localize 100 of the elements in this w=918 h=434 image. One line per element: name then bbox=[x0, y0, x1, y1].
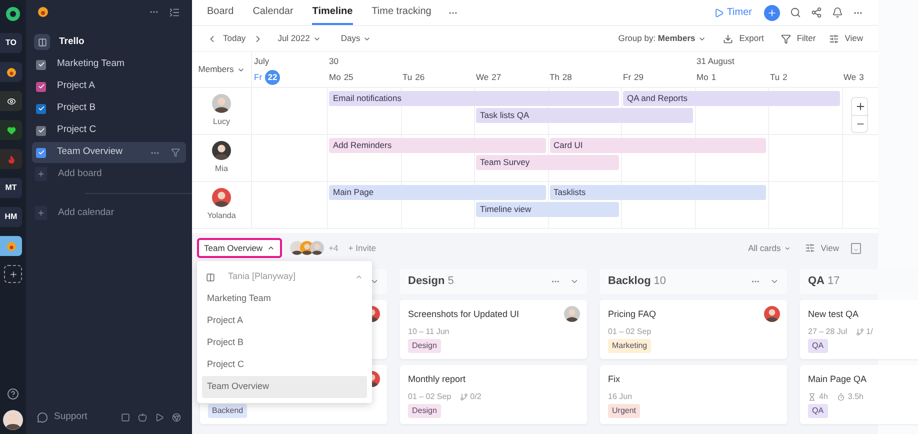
chrome-icon[interactable] bbox=[172, 412, 181, 422]
plus-icon bbox=[37, 170, 45, 178]
tag: Design bbox=[408, 404, 441, 418]
logo-button[interactable] bbox=[3, 4, 23, 24]
workspace-button[interactable]: HM bbox=[0, 207, 22, 227]
collapse-icon[interactable] bbox=[851, 242, 861, 254]
card-title: Main Page QA bbox=[808, 373, 867, 386]
emoji-icon bbox=[6, 242, 16, 250]
timeline-bar[interactable]: Team Survey bbox=[476, 155, 619, 170]
weekday-label: Fr bbox=[254, 71, 262, 84]
menu-group-label: Tania [Planyway] bbox=[228, 270, 296, 284]
workspace-button[interactable]: MT bbox=[0, 178, 22, 198]
day-label: Tu 2 bbox=[770, 71, 788, 84]
subtasks-count: 1/ bbox=[856, 326, 873, 338]
notifications-icon[interactable] bbox=[832, 7, 843, 18]
checkbox[interactable] bbox=[36, 82, 46, 92]
member-avatar bbox=[212, 94, 231, 113]
workspace-button[interactable] bbox=[0, 62, 22, 82]
export-button[interactable]: Export bbox=[723, 32, 764, 45]
member-avatar bbox=[310, 241, 324, 255]
timeline-bar[interactable]: Card UI bbox=[550, 138, 766, 153]
task-card[interactable]: Pricing FAQ 01 – 02 Sep Marketing bbox=[600, 300, 787, 359]
filter-button[interactable]: Filter bbox=[780, 32, 816, 45]
scale-dropdown[interactable]: Days bbox=[340, 32, 372, 45]
task-card[interactable]: Fix 16 Jun Urgent bbox=[600, 365, 787, 424]
tab[interactable]: Calendar bbox=[252, 0, 294, 25]
chevron-down-icon bbox=[784, 244, 791, 252]
today-date: 22 bbox=[265, 70, 280, 86]
support-icon[interactable] bbox=[37, 412, 48, 422]
filter-icon[interactable] bbox=[171, 148, 180, 157]
checkbox[interactable] bbox=[36, 60, 46, 70]
day-label: Mo 1 bbox=[696, 71, 718, 84]
collapse-icon[interactable] bbox=[770, 277, 779, 286]
workspace-button[interactable] bbox=[0, 120, 22, 140]
add-workspace-button[interactable] bbox=[4, 265, 22, 283]
view-button[interactable]: View bbox=[828, 32, 863, 45]
timeline-bar[interactable]: Timeline view bbox=[476, 202, 619, 217]
timeline-bar[interactable]: QA and Reports bbox=[623, 91, 840, 106]
today-button[interactable]: Today bbox=[223, 32, 246, 45]
menu-item[interactable]: Marketing Team bbox=[202, 288, 367, 310]
month-dropdown[interactable]: Jul 2022 bbox=[278, 32, 321, 45]
timeline-bar[interactable]: Task lists QA bbox=[476, 108, 692, 123]
members-dropdown[interactable]: Members bbox=[198, 63, 245, 76]
workspace-button[interactable] bbox=[0, 91, 22, 111]
tab[interactable]: Timeline bbox=[312, 0, 353, 25]
day-label: Tu 26 bbox=[402, 71, 426, 84]
day-label: We 27 bbox=[476, 71, 502, 84]
share-icon[interactable] bbox=[811, 7, 822, 18]
timeline-bar[interactable]: Main Page bbox=[329, 185, 546, 200]
search-icon[interactable] bbox=[790, 7, 801, 18]
timeline-bar[interactable]: Tasklists bbox=[550, 185, 766, 200]
card-dates: 27 – 28 Jul bbox=[808, 326, 848, 338]
cards-filter-dropdown[interactable]: All cards bbox=[748, 242, 791, 254]
play-icon[interactable] bbox=[155, 412, 164, 422]
group-by-dropdown[interactable]: Group by: Members bbox=[618, 32, 706, 45]
board-item[interactable]: Project A bbox=[32, 76, 186, 97]
board-item[interactable]: Team Overview bbox=[32, 142, 186, 163]
day-label: Th 28 bbox=[550, 71, 573, 84]
menu-item[interactable]: Project B bbox=[202, 332, 367, 354]
day-label: We 3 bbox=[844, 71, 865, 84]
board-icon bbox=[206, 272, 215, 282]
menu-item[interactable]: Project A bbox=[202, 310, 367, 332]
add-calendar-button[interactable]: Add calendar bbox=[32, 203, 186, 223]
timer-icon bbox=[836, 392, 845, 400]
menu-item[interactable]: Project C bbox=[202, 354, 367, 376]
tracked-time: 3.5h bbox=[836, 390, 864, 402]
timer-button[interactable]: Timer bbox=[714, 5, 752, 20]
task-card[interactable]: Monthly report 01 – 02 Sep 0/2 Design bbox=[400, 365, 587, 424]
board-selector[interactable]: Team Overview bbox=[197, 238, 282, 258]
checkbox[interactable] bbox=[36, 148, 46, 158]
board-item[interactable]: Marketing Team bbox=[32, 54, 186, 75]
task-card[interactable]: Main Page QA 4h 3.5h QA bbox=[800, 365, 918, 424]
tab[interactable]: Time tracking bbox=[372, 0, 432, 25]
timeline-bar[interactable]: Email notifications bbox=[329, 91, 619, 106]
menu-item[interactable]: Team Overview bbox=[202, 376, 367, 398]
task-card[interactable]: New test QA 27 – 28 Jul 1/ QA bbox=[800, 300, 918, 359]
tab[interactable]: Board bbox=[207, 0, 234, 25]
checkbox[interactable] bbox=[36, 126, 46, 136]
board-item[interactable]: Project B bbox=[32, 98, 186, 119]
collapse-sidebar-icon[interactable] bbox=[169, 6, 180, 18]
eye-icon bbox=[6, 96, 16, 106]
workspace-button[interactable]: TO bbox=[0, 33, 22, 53]
board-item[interactable]: Project C bbox=[32, 120, 186, 141]
add-board-button[interactable]: Add board bbox=[32, 164, 186, 184]
card-title: Screenshots for Updated UI bbox=[408, 308, 520, 321]
member-name: Mia bbox=[215, 163, 228, 175]
support-link[interactable]: Support bbox=[54, 410, 88, 424]
add-button[interactable] bbox=[764, 4, 780, 20]
view-button[interactable]: View bbox=[804, 242, 839, 254]
checkbox[interactable] bbox=[36, 104, 46, 114]
collapse-icon[interactable] bbox=[570, 277, 579, 286]
timeline-bar[interactable]: Add Reminders bbox=[329, 138, 546, 153]
tag: Design bbox=[408, 339, 441, 353]
emoji-icon bbox=[6, 68, 16, 76]
flame-icon bbox=[6, 154, 16, 164]
play-icon bbox=[714, 8, 724, 18]
task-card[interactable]: Screenshots for Updated UI 10 – 11 Jun Design bbox=[400, 300, 587, 359]
help-icon[interactable] bbox=[7, 388, 19, 400]
tag: Urgent bbox=[608, 404, 640, 418]
apple-icon[interactable] bbox=[138, 412, 147, 422]
